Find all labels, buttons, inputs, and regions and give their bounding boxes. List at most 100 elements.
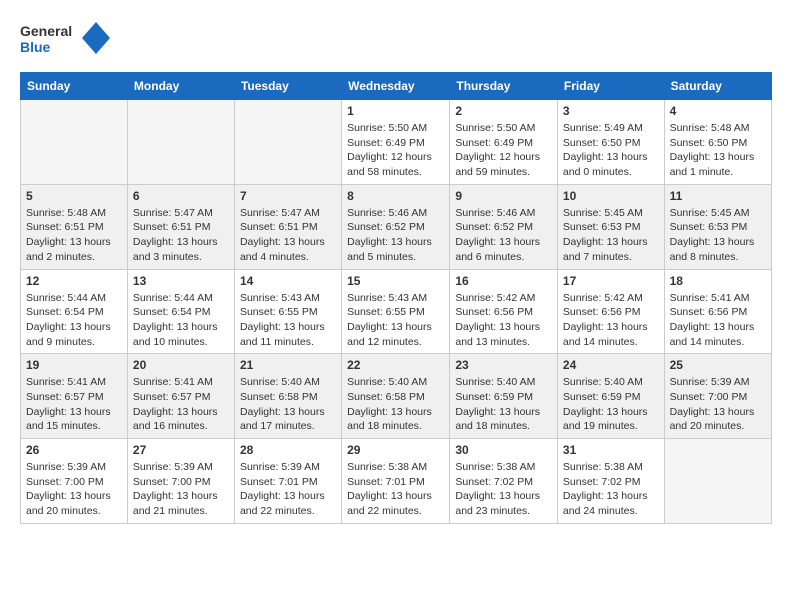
day-number: 3 — [563, 104, 659, 118]
cell-info: Sunrise: 5:43 AMSunset: 6:55 PMDaylight:… — [240, 291, 336, 350]
cell-info: Sunrise: 5:38 AMSunset: 7:02 PMDaylight:… — [455, 460, 552, 519]
day-number: 29 — [347, 443, 444, 457]
weekday-header-saturday: Saturday — [664, 73, 771, 100]
cell-info: Sunrise: 5:42 AMSunset: 6:56 PMDaylight:… — [455, 291, 552, 350]
day-number: 31 — [563, 443, 659, 457]
day-number: 6 — [133, 189, 229, 203]
day-number: 2 — [455, 104, 552, 118]
day-number: 8 — [347, 189, 444, 203]
cell-info: Sunrise: 5:44 AMSunset: 6:54 PMDaylight:… — [133, 291, 229, 350]
cell-info: Sunrise: 5:38 AMSunset: 7:02 PMDaylight:… — [563, 460, 659, 519]
cell-info: Sunrise: 5:41 AMSunset: 6:57 PMDaylight:… — [26, 375, 122, 434]
calendar-cell: 22 Sunrise: 5:40 AMSunset: 6:58 PMDayligh… — [342, 354, 450, 439]
weekday-header-friday: Friday — [557, 73, 664, 100]
calendar-cell: 25Sunrise: 5:39 AMSunset: 7:00 PMDayligh… — [664, 354, 771, 439]
cell-info: Sunrise: 5:41 AMSunset: 6:56 PMDaylight:… — [670, 291, 766, 350]
day-number: 19 — [26, 358, 122, 372]
calendar-cell: 5Sunrise: 5:48 AMSunset: 6:51 PMDaylight… — [21, 184, 128, 269]
weekday-header-sunday: Sunday — [21, 73, 128, 100]
cell-info: Sunrise: 5:39 AMSunset: 7:00 PMDaylight:… — [133, 460, 229, 519]
day-number: 17 — [563, 274, 659, 288]
cell-info: Sunrise: 5:44 AMSunset: 6:54 PMDaylight:… — [26, 291, 122, 350]
day-number: 21 — [240, 358, 336, 372]
calendar-cell: 19 Sunrise: 5:41 AMSunset: 6:57 PMDayligh… — [21, 354, 128, 439]
calendar-cell: 20Sunrise: 5:41 AMSunset: 6:57 PMDayligh… — [127, 354, 234, 439]
cell-info: Sunrise: 5:46 AMSunset: 6:52 PMDaylight:… — [455, 206, 552, 265]
calendar-cell: 26 Sunrise: 5:39 AMSunset: 7:00 PMDayligh… — [21, 439, 128, 524]
calendar-cell: 29 Sunrise: 5:38 AMSunset: 7:01 PMDayligh… — [342, 439, 450, 524]
calendar-cell — [127, 100, 234, 185]
day-number: 16 — [455, 274, 552, 288]
calendar-cell: 7 Sunrise: 5:47 AMSunset: 6:51 PMDaylight… — [234, 184, 341, 269]
calendar-cell: 10 Sunrise: 5:45 AMSunset: 6:53 PMDayligh… — [557, 184, 664, 269]
logo: General Blue — [20, 20, 110, 62]
weekday-header-tuesday: Tuesday — [234, 73, 341, 100]
calendar-cell — [234, 100, 341, 185]
calendar-cell: 13 Sunrise: 5:44 AMSunset: 6:54 PMDayligh… — [127, 269, 234, 354]
page-header: General Blue — [20, 20, 772, 62]
cell-info: Sunrise: 5:50 AMSunset: 6:49 PMDaylight:… — [347, 121, 444, 180]
weekday-header-thursday: Thursday — [450, 73, 558, 100]
calendar-cell: 14Sunrise: 5:43 AMSunset: 6:55 PMDayligh… — [234, 269, 341, 354]
cell-info: Sunrise: 5:48 AMSunset: 6:50 PMDaylight:… — [670, 121, 766, 180]
cell-info: Sunrise: 5:46 AMSunset: 6:52 PMDaylight:… — [347, 206, 444, 265]
calendar-cell: 1 Sunrise: 5:50 AMSunset: 6:49 PMDaylight… — [342, 100, 450, 185]
day-number: 30 — [455, 443, 552, 457]
calendar-cell: 4 Sunrise: 5:48 AMSunset: 6:50 PMDaylight… — [664, 100, 771, 185]
calendar-row-4: 26 Sunrise: 5:39 AMSunset: 7:00 PMDayligh… — [21, 439, 772, 524]
day-number: 13 — [133, 274, 229, 288]
day-number: 4 — [670, 104, 766, 118]
cell-info: Sunrise: 5:49 AMSunset: 6:50 PMDaylight:… — [563, 121, 659, 180]
calendar-cell: 2 Sunrise: 5:50 AMSunset: 6:49 PMDaylight… — [450, 100, 558, 185]
calendar-table: SundayMondayTuesdayWednesdayThursdayFrid… — [20, 72, 772, 524]
cell-info: Sunrise: 5:42 AMSunset: 6:56 PMDaylight:… — [563, 291, 659, 350]
cell-info: Sunrise: 5:40 AMSunset: 6:59 PMDaylight:… — [455, 375, 552, 434]
cell-info: Sunrise: 5:43 AMSunset: 6:55 PMDaylight:… — [347, 291, 444, 350]
day-number: 9 — [455, 189, 552, 203]
day-number: 7 — [240, 189, 336, 203]
weekday-header-row: SundayMondayTuesdayWednesdayThursdayFrid… — [21, 73, 772, 100]
svg-text:Blue: Blue — [20, 39, 51, 55]
day-number: 20 — [133, 358, 229, 372]
calendar-cell: 12Sunrise: 5:44 AMSunset: 6:54 PMDayligh… — [21, 269, 128, 354]
cell-info: Sunrise: 5:38 AMSunset: 7:01 PMDaylight:… — [347, 460, 444, 519]
cell-info: Sunrise: 5:45 AMSunset: 6:53 PMDaylight:… — [670, 206, 766, 265]
day-number: 15 — [347, 274, 444, 288]
calendar-cell: 9 Sunrise: 5:46 AMSunset: 6:52 PMDaylight… — [450, 184, 558, 269]
day-number: 1 — [347, 104, 444, 118]
calendar-cell: 21Sunrise: 5:40 AMSunset: 6:58 PMDayligh… — [234, 354, 341, 439]
calendar-cell: 17 Sunrise: 5:42 AMSunset: 6:56 PMDayligh… — [557, 269, 664, 354]
calendar-cell: 15 Sunrise: 5:43 AMSunset: 6:55 PMDayligh… — [342, 269, 450, 354]
calendar-cell: 27 Sunrise: 5:39 AMSunset: 7:00 PMDayligh… — [127, 439, 234, 524]
day-number: 26 — [26, 443, 122, 457]
calendar-cell: 16 Sunrise: 5:42 AMSunset: 6:56 PMDayligh… — [450, 269, 558, 354]
day-number: 18 — [670, 274, 766, 288]
calendar-cell: 11Sunrise: 5:45 AMSunset: 6:53 PMDayligh… — [664, 184, 771, 269]
logo-svg: General Blue — [20, 20, 110, 62]
cell-info: Sunrise: 5:47 AMSunset: 6:51 PMDaylight:… — [240, 206, 336, 265]
cell-info: Sunrise: 5:39 AMSunset: 7:01 PMDaylight:… — [240, 460, 336, 519]
cell-info: Sunrise: 5:45 AMSunset: 6:53 PMDaylight:… — [563, 206, 659, 265]
calendar-cell: 28Sunrise: 5:39 AMSunset: 7:01 PMDayligh… — [234, 439, 341, 524]
calendar-row-3: 19 Sunrise: 5:41 AMSunset: 6:57 PMDayligh… — [21, 354, 772, 439]
day-number: 22 — [347, 358, 444, 372]
cell-info: Sunrise: 5:50 AMSunset: 6:49 PMDaylight:… — [455, 121, 552, 180]
calendar-cell — [21, 100, 128, 185]
day-number: 27 — [133, 443, 229, 457]
day-number: 24 — [563, 358, 659, 372]
cell-info: Sunrise: 5:39 AMSunset: 7:00 PMDaylight:… — [26, 460, 122, 519]
calendar-cell: 30 Sunrise: 5:38 AMSunset: 7:02 PMDayligh… — [450, 439, 558, 524]
calendar-cell: 8 Sunrise: 5:46 AMSunset: 6:52 PMDaylight… — [342, 184, 450, 269]
calendar-cell: 31 Sunrise: 5:38 AMSunset: 7:02 PMDayligh… — [557, 439, 664, 524]
calendar-row-2: 12Sunrise: 5:44 AMSunset: 6:54 PMDayligh… — [21, 269, 772, 354]
calendar-cell: 18 Sunrise: 5:41 AMSunset: 6:56 PMDayligh… — [664, 269, 771, 354]
weekday-header-wednesday: Wednesday — [342, 73, 450, 100]
day-number: 25 — [670, 358, 766, 372]
cell-info: Sunrise: 5:40 AMSunset: 6:58 PMDaylight:… — [347, 375, 444, 434]
cell-info: Sunrise: 5:40 AMSunset: 6:59 PMDaylight:… — [563, 375, 659, 434]
day-number: 10 — [563, 189, 659, 203]
weekday-header-monday: Monday — [127, 73, 234, 100]
cell-info: Sunrise: 5:47 AMSunset: 6:51 PMDaylight:… — [133, 206, 229, 265]
day-number: 23 — [455, 358, 552, 372]
calendar-cell: 3 Sunrise: 5:49 AMSunset: 6:50 PMDaylight… — [557, 100, 664, 185]
